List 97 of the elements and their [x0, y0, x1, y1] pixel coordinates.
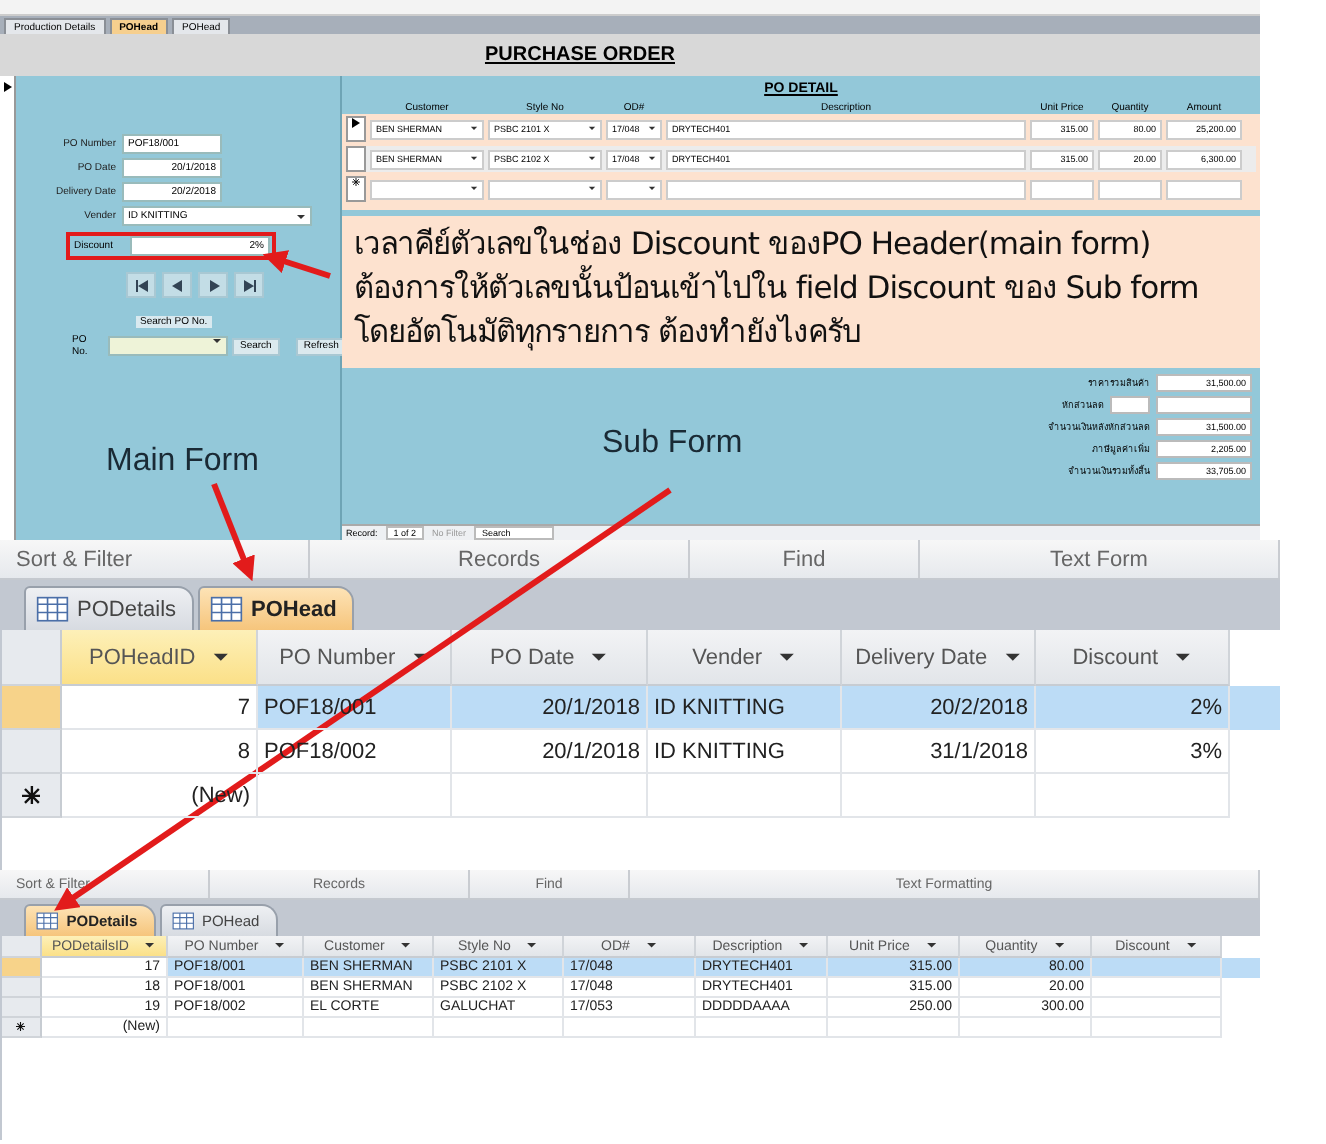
- caret-icon: [296, 213, 306, 219]
- table-cell: 7: [62, 686, 258, 730]
- caret-icon: [144, 942, 157, 950]
- table-cell: [434, 1018, 564, 1038]
- ribbon-group-label: Find: [690, 540, 920, 578]
- table-icon: [210, 595, 244, 623]
- table-cell: [960, 1018, 1092, 1038]
- navigation-arrow-icon: [135, 279, 147, 291]
- annotation-label: Main Form: [106, 444, 259, 480]
- combo-box[interactable]: [488, 179, 602, 199]
- caret-icon: [1053, 942, 1065, 950]
- table-cell: [696, 1018, 828, 1038]
- table-cell: [1092, 978, 1222, 998]
- table-icon: [171, 912, 194, 931]
- caret-icon: [400, 942, 412, 950]
- table-cell: 2%: [1036, 686, 1230, 730]
- record-navigation-button[interactable]: [126, 272, 156, 298]
- table-cell: [828, 1018, 960, 1038]
- table-cell: 20/2/2018: [842, 686, 1036, 730]
- input-field[interactable]: [1166, 179, 1242, 199]
- new-record-icon: [21, 785, 41, 805]
- caret-icon: [212, 338, 222, 344]
- caret-icon: [588, 126, 596, 132]
- callout-text: โดยอัตโนมัติทุกรายการ ต้องทำยังไงครับ: [354, 312, 863, 354]
- total-field: [1156, 396, 1252, 414]
- record-selector[interactable]: [346, 176, 366, 202]
- caret-icon: [778, 651, 796, 663]
- table-cell: 3%: [1036, 730, 1230, 774]
- table-cell: [1092, 998, 1222, 1018]
- annotation-label: Sub Form: [602, 426, 743, 462]
- record-navigation-button[interactable]: [198, 272, 228, 298]
- caret-icon: [590, 651, 608, 663]
- row-selector[interactable]: [2, 774, 62, 818]
- callout-text: เวลาคีย์ตัวเลขในช่อง Discount ของPO Header(main form): [354, 224, 1153, 265]
- document-tab[interactable]: POHead: [198, 586, 355, 630]
- caret-icon: [648, 126, 656, 132]
- input-field[interactable]: [1098, 179, 1162, 199]
- caret-icon: [211, 651, 229, 663]
- discount-field[interactable]: [1110, 396, 1150, 414]
- table-cell: [1092, 1018, 1222, 1038]
- caret-icon: [1003, 651, 1021, 663]
- table-cell: ID KNITTING: [648, 730, 842, 774]
- table-cell: ID KNITTING: [648, 686, 842, 730]
- table-cell: 20/1/2018: [452, 730, 648, 774]
- po-combo-box[interactable]: [108, 336, 228, 356]
- column-header[interactable]: POHeadID: [62, 630, 258, 686]
- caret-icon: [648, 156, 656, 162]
- table-cell: 8: [62, 730, 258, 774]
- input-field[interactable]: [666, 179, 1026, 199]
- table-icon: [36, 595, 69, 623]
- column-header[interactable]: Discount: [1036, 630, 1230, 686]
- record-navigation-button[interactable]: [234, 272, 264, 298]
- table-cell: 31/1/2018: [842, 730, 1036, 774]
- new-record-icon: [352, 178, 360, 186]
- ribbon-group-label: Text Form: [920, 540, 1280, 578]
- combo-box[interactable]: [606, 179, 662, 199]
- caret-icon: [1174, 651, 1192, 663]
- select-all-corner[interactable]: [2, 936, 42, 958]
- ribbon-group-label: Records: [310, 540, 690, 578]
- record-navigation-button[interactable]: [162, 272, 192, 298]
- table-cell: [564, 1018, 696, 1038]
- callout-text: ต้องการให้ตัวเลขนั้นป้อนเข้าไปใน field Discount ของ Sub form: [354, 266, 1260, 310]
- table-icon: [36, 912, 59, 931]
- new-record-icon: [16, 1022, 26, 1032]
- caret-icon: [645, 942, 657, 950]
- caret-icon: [470, 156, 478, 162]
- table-cell: [304, 1018, 434, 1038]
- caret-icon: [274, 942, 286, 950]
- table-cell: [1092, 958, 1222, 978]
- record-selector[interactable]: [346, 116, 366, 142]
- column-header[interactable]: Vender: [648, 630, 842, 686]
- table-cell: 20/1/2018: [452, 686, 648, 730]
- input-field[interactable]: [1030, 179, 1094, 199]
- caret-icon: [648, 186, 656, 192]
- ribbon-group-label: Sort & Filter: [0, 540, 310, 578]
- caret-icon: [1185, 942, 1197, 950]
- caret-icon: [526, 942, 539, 950]
- row-selector[interactable]: [2, 1018, 42, 1038]
- navigation-arrow-icon: [243, 279, 255, 291]
- caret-icon: [588, 156, 596, 162]
- column-header[interactable]: PO Date: [452, 630, 648, 686]
- column-header[interactable]: Delivery Date: [842, 630, 1036, 686]
- table-cell: [168, 1018, 304, 1038]
- navigation-arrow-icon: [207, 279, 219, 291]
- select-all-corner[interactable]: [2, 630, 62, 686]
- column-header[interactable]: PO Number: [258, 630, 452, 686]
- caret-icon: [411, 651, 429, 663]
- record-pointer-icon: [3, 82, 11, 92]
- caret-icon: [470, 126, 478, 132]
- caret-icon: [798, 942, 810, 950]
- caret-icon: [925, 942, 937, 950]
- navigation-arrow-icon: [171, 279, 183, 291]
- record-pointer-icon: [352, 118, 360, 128]
- document-tab[interactable]: PODetails: [24, 586, 195, 630]
- caret-icon: [470, 186, 478, 192]
- form-title: PURCHASE ORDER: [484, 44, 675, 66]
- caret-icon: [588, 186, 596, 192]
